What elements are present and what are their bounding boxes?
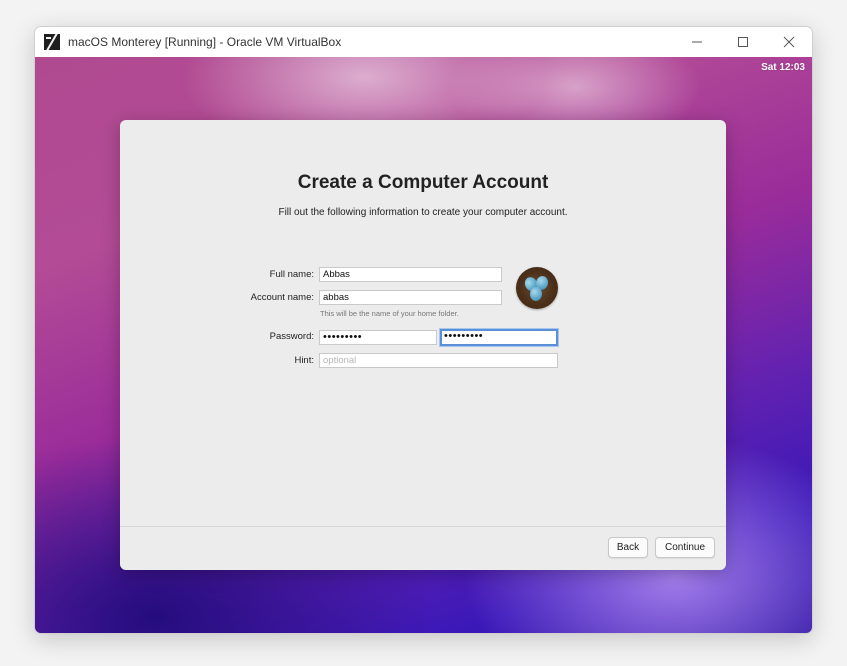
egg-shape <box>529 286 543 302</box>
menubar-clock: Sat 12:03 <box>761 62 805 73</box>
hint-field[interactable]: optional <box>319 353 558 368</box>
password-field[interactable]: ••••••••• <box>319 330 437 345</box>
minimize-button[interactable] <box>674 27 720 57</box>
window-controls <box>674 27 812 57</box>
continue-button[interactable]: Continue <box>655 537 715 558</box>
title-bar[interactable]: macOS Monterey [Running] - Oracle VM Vir… <box>35 27 812 57</box>
back-button[interactable]: Back <box>608 537 648 558</box>
password-label: Password: <box>269 331 314 342</box>
footer-divider <box>120 526 726 527</box>
minimize-icon <box>692 41 702 43</box>
close-button[interactable] <box>766 27 812 57</box>
verify-password-field[interactable]: ••••••••• <box>440 329 558 346</box>
close-icon <box>783 36 795 48</box>
vm-display[interactable]: Sat 12:03 Create a Computer Account Fill… <box>35 57 812 633</box>
account-name-helper: This will be the name of your home folde… <box>320 309 459 318</box>
setup-assistant-dialog: Create a Computer Account Fill out the f… <box>120 120 726 570</box>
page-subtitle: Fill out the following information to cr… <box>278 207 568 218</box>
account-name-field[interactable]: abbas <box>319 290 502 305</box>
virtualbox-window: macOS Monterey [Running] - Oracle VM Vir… <box>34 26 813 634</box>
hint-label: Hint: <box>294 355 314 366</box>
full-name-field[interactable]: Abbas <box>319 267 502 282</box>
account-name-label: Account name: <box>250 292 314 303</box>
window-title: macOS Monterey [Running] - Oracle VM Vir… <box>68 35 342 49</box>
page-title: Create a Computer Account <box>297 172 549 193</box>
maximize-button[interactable] <box>720 27 766 57</box>
user-avatar[interactable] <box>516 267 558 309</box>
full-name-label: Full name: <box>269 269 314 280</box>
maximize-icon <box>738 37 748 47</box>
virtualbox-app-icon <box>44 34 60 50</box>
